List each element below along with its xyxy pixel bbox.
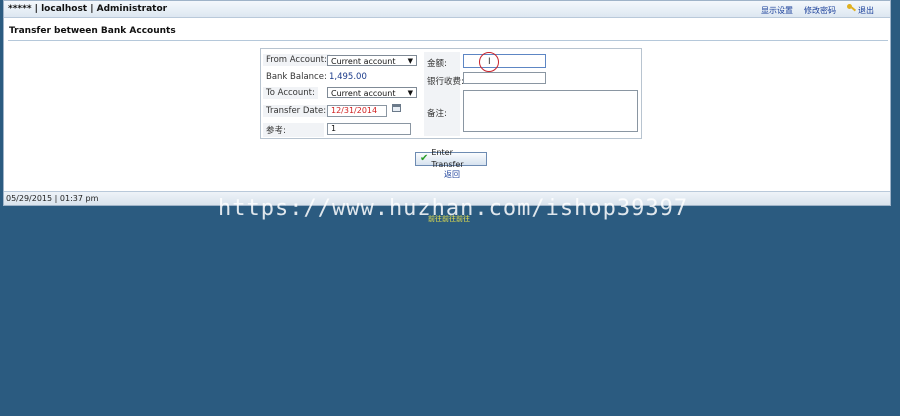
- back-link[interactable]: 返回: [444, 169, 460, 180]
- footer-note: 前往前往前往: [428, 215, 470, 223]
- header-links: 显示设置 修改密码 退出: [761, 4, 874, 16]
- to-account-value: Current account: [331, 89, 396, 98]
- enter-transfer-button[interactable]: ✔ Enter Transfer: [415, 148, 487, 169]
- reference-label: 参考:: [263, 123, 324, 137]
- to-account-select[interactable]: Current account ▼: [327, 87, 417, 98]
- amount-input[interactable]: [463, 54, 546, 68]
- calendar-icon[interactable]: [392, 104, 401, 112]
- transfer-form: From Account: Current account ▼ Bank Bal…: [260, 48, 642, 139]
- status-datetime: 05/29/2015 | 01:37 pm: [6, 194, 99, 203]
- change-password-link[interactable]: 修改密码: [804, 5, 836, 16]
- bank-charge-label: 银行收费:: [427, 77, 464, 87]
- text-cursor-icon: I: [488, 57, 491, 67]
- checkmark-icon: ✔: [420, 153, 429, 164]
- chevron-down-icon: ▼: [407, 57, 413, 65]
- header-brand: ***** | localhost | Administrator: [8, 4, 168, 14]
- title-divider: [8, 40, 888, 41]
- from-account-select[interactable]: Current account ▼: [327, 55, 417, 66]
- bank-balance-label: Bank Balance:: [266, 72, 327, 82]
- top-bar: ***** | localhost | Administrator 显示设置 修…: [4, 1, 890, 18]
- transfer-date-label: Transfer Date:: [263, 105, 330, 117]
- enter-transfer-label: Enter Transfer: [431, 148, 464, 169]
- transfer-date-input[interactable]: 12/31/2014: [327, 105, 387, 117]
- bank-charge-input[interactable]: [463, 72, 546, 84]
- app-window: ***** | localhost | Administrator 显示设置 修…: [3, 0, 891, 206]
- display-settings-link[interactable]: 显示设置: [761, 5, 793, 16]
- reference-input[interactable]: 1: [327, 123, 411, 135]
- logout-label: 退出: [858, 6, 874, 15]
- chevron-down-icon: ▼: [407, 89, 413, 97]
- amount-label: 金额:: [427, 59, 447, 69]
- memo-label: 备注:: [427, 109, 447, 119]
- key-icon: [847, 4, 856, 13]
- memo-textarea[interactable]: [463, 90, 638, 132]
- to-account-label: To Account:: [263, 87, 318, 99]
- logout-link[interactable]: 退出: [847, 4, 874, 16]
- bank-balance-value: 1,495.00: [329, 72, 367, 82]
- from-account-value: Current account: [331, 57, 396, 66]
- from-account-label: From Account:: [263, 54, 330, 66]
- page-title: Transfer between Bank Accounts: [9, 26, 176, 36]
